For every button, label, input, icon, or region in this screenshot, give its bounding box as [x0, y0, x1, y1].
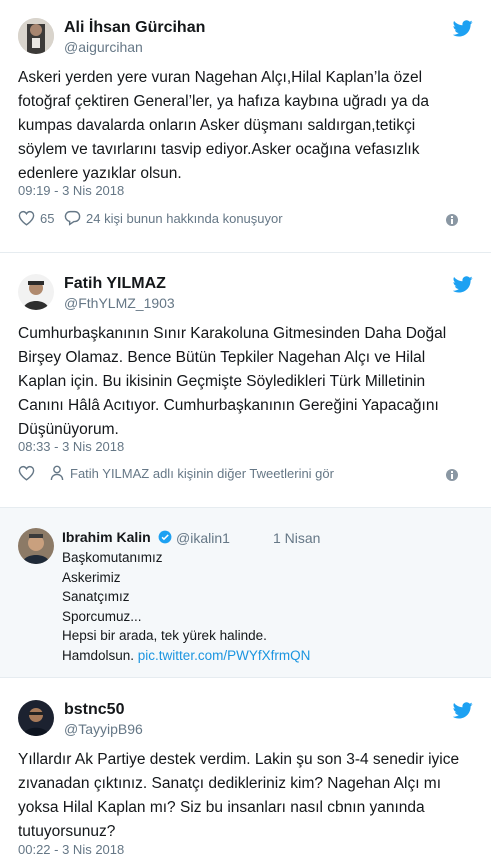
tweet-text-line: kumpas davalarda onların Asker düşmanı s…	[18, 117, 416, 134]
tweet-text-line: Birşey Olamaz. Bence Bütün Tepkiler Nage…	[18, 349, 426, 366]
tweet-card: bstnc50 @TayyipB96 Yıllardır Ak Partiye …	[0, 682, 491, 854]
author-handle[interactable]: @FthYLMZ_1903	[64, 295, 175, 311]
tweet-text-line: yoksa Hilal Kaplan mı? Siz bu insanları …	[18, 799, 425, 816]
quoted-date[interactable]: 1 Nisan	[273, 530, 320, 546]
quoted-text-line: Başkomutanımız	[62, 550, 163, 565]
heart-icon	[18, 210, 35, 226]
more-tweets-text: Fatih YILMAZ adlı kişinin diğer Tweetler…	[70, 465, 334, 481]
tweet-text-line: Canını Hâlâ Acıtıyor. Cumhurbaşkanının G…	[18, 397, 439, 414]
media-link[interactable]: pic.twitter.com/PWYfXfrmQN	[138, 648, 311, 663]
avatar	[18, 528, 54, 564]
info-icon[interactable]	[446, 469, 458, 481]
like-button[interactable]	[18, 465, 35, 481]
tweet-text-line: fotoğraf çektiren General’ler, ya hafıza…	[18, 93, 429, 110]
author-name[interactable]: Ali İhsan Gürcihan	[64, 19, 205, 37]
reply-bubble-icon	[64, 210, 81, 226]
person-icon	[50, 465, 64, 481]
tweet-timestamp[interactable]: 08:33 - 3 Nis 2018	[18, 439, 124, 454]
more-tweets-link[interactable]: Fatih YILMAZ adlı kişinin diğer Tweetler…	[50, 465, 334, 481]
author-handle[interactable]: @aigurcihan	[64, 39, 143, 55]
tweet-actions: 65 24 kişi bunun hakkında konuşuyor	[18, 210, 476, 230]
tweet-text: Cumhurbaşkanının Sınır Karakoluna Gitmes…	[18, 322, 476, 442]
tweet-card: Fatih YILMAZ @FthYLMZ_1903 Cumhurbaşkanı…	[0, 256, 491, 503]
reply-conversation-link[interactable]: 24 kişi bunun hakkında konuşuyor	[64, 210, 283, 226]
quoted-text-line: Sporcumuz...	[62, 608, 142, 624]
verified-badge-icon	[158, 530, 172, 544]
quoted-text-prefix: Hamdolsun.	[62, 647, 138, 663]
quoted-tweet[interactable]: Ibrahim Kalin @ikalin1 1 Nisan Başkomuta…	[0, 507, 491, 678]
like-button[interactable]: 65	[18, 210, 54, 226]
tweet-text: Askeri yerden yere vuran Nagehan Alçı,Hi…	[18, 66, 476, 186]
quoted-text-line: Hamdolsun. pic.twitter.com/PWYfXfrmQN	[62, 646, 310, 666]
quoted-author-name[interactable]: Ibrahim Kalin	[62, 529, 151, 545]
tweet-text-line: Cumhurbaşkanının Sınır Karakoluna Gitmes…	[18, 325, 447, 342]
author-handle[interactable]: @TayyipB96	[64, 721, 143, 737]
heart-icon	[18, 465, 35, 481]
quoted-author-handle[interactable]: @ikalin1	[176, 530, 230, 546]
tweet-text-line: Kaplan için. Bu ikisinin Geçmişte Söyled…	[18, 373, 426, 390]
like-count: 65	[40, 210, 55, 226]
author-name[interactable]: Fatih YILMAZ	[64, 275, 166, 293]
tweet-text-line: tutuyorsunuz?	[18, 823, 116, 840]
divider	[0, 252, 491, 253]
quoted-text-line: Askerimiz	[62, 569, 121, 585]
tweet-text-line: Askeri yerden yere vuran Nagehan Alçı,Hi…	[18, 69, 423, 86]
info-icon[interactable]	[446, 214, 458, 226]
tweet-text-line: Yıllardır Ak Partiye destek verdim. Laki…	[18, 751, 460, 768]
tweet-actions: Fatih YILMAZ adlı kişinin diğer Tweetler…	[18, 465, 476, 485]
conversation-text: 24 kişi bunun hakkında konuşuyor	[86, 210, 283, 226]
avatar[interactable]	[18, 700, 54, 736]
avatar[interactable]	[18, 274, 54, 310]
tweet-text-line: söylem ve tavırlarını tasvip ediyor.Aske…	[18, 141, 420, 158]
avatar[interactable]	[18, 18, 54, 54]
twitter-bird-icon[interactable]	[453, 702, 473, 719]
twitter-bird-icon[interactable]	[453, 20, 473, 37]
quoted-text-line: Sanatçımız	[62, 589, 130, 604]
tweet-timestamp[interactable]: 00:22 - 3 Nis 2018	[18, 842, 124, 854]
quoted-text-line: Hepsi bir arada, tek yürek halinde.	[62, 628, 267, 643]
tweet-text-line: zıvanadan çıktınız. Sanatçı dedikleriniz…	[18, 775, 442, 792]
quoted-text: Başkomutanımız Askerimiz Sanatçımız Spor…	[62, 548, 310, 665]
tweet-text: Yıllardır Ak Partiye destek verdim. Laki…	[18, 748, 476, 844]
tweet-timestamp[interactable]: 09:19 - 3 Nis 2018	[18, 183, 124, 198]
author-name[interactable]: bstnc50	[64, 701, 124, 719]
tweet-card: Ali İhsan Gürcihan @aigurcihan Askeri ye…	[0, 0, 491, 248]
twitter-bird-icon[interactable]	[453, 276, 473, 293]
